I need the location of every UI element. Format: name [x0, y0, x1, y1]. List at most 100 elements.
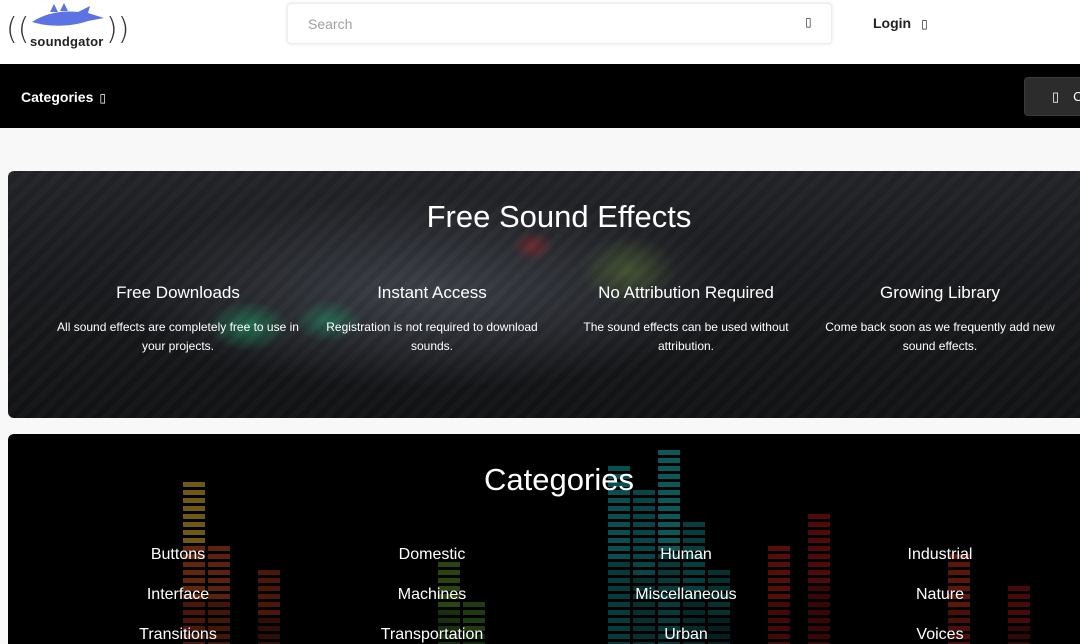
equalizer-bar-segment: [808, 538, 830, 543]
equalizer-bar-segment: [633, 506, 655, 511]
equalizer-bar-segment: [768, 570, 790, 575]
equalizer-bar-segment: [808, 618, 830, 623]
equalizer-bar-segment: [658, 538, 680, 543]
equalizer-bar-segment: [608, 610, 630, 615]
search-input[interactable]: [288, 4, 788, 43]
equalizer-bar-segment: [438, 618, 460, 623]
equalizer-bar-segment: [183, 538, 205, 543]
equalizer-bar-segment: [948, 610, 970, 615]
equalizer-bar-segment: [608, 498, 630, 503]
equalizer-bar-segment: [683, 618, 705, 623]
equalizer-bar-segment: [658, 498, 680, 503]
equalizer-bar-segment: [463, 610, 485, 615]
equalizer-bar-segment: [183, 610, 205, 615]
equalizer-bar-segment: [658, 530, 680, 535]
equalizer-bar-segment: [708, 610, 730, 615]
category-link[interactable]: Domestic: [307, 546, 557, 564]
search-bar: ▯: [287, 3, 832, 44]
equalizer-bar-segment: [258, 578, 280, 583]
category-link[interactable]: Transportation: [307, 626, 557, 644]
equalizer-bar-segment: [633, 538, 655, 543]
equalizer-bar-segment: [608, 514, 630, 519]
feature-title: No Attribution Required: [598, 283, 774, 302]
category-link[interactable]: Industrial: [815, 546, 1065, 564]
feature-title: Growing Library: [880, 283, 1000, 302]
equalizer-bar-segment: [808, 514, 830, 519]
nav-bar: Categories ▯ ▯ C: [0, 64, 1080, 128]
equalizer-bar-segment: [658, 570, 680, 575]
category-link[interactable]: Machines: [307, 586, 557, 604]
equalizer-bar-segment: [768, 610, 790, 615]
category-link[interactable]: Miscellaneous: [561, 586, 811, 604]
feature-title: Instant Access: [377, 283, 487, 302]
equalizer-bar-segment: [208, 570, 230, 575]
soundgator-logo[interactable]: (( soundgator )): [6, 2, 129, 49]
equalizer-bar-segment: [258, 610, 280, 615]
category-link[interactable]: Interface: [53, 586, 303, 604]
equalizer-bar-segment: [258, 618, 280, 623]
search-icon[interactable]: ▯: [805, 15, 812, 29]
equalizer-bar-segment: [633, 610, 655, 615]
categories-menu-button[interactable]: Categories ▯: [21, 89, 106, 105]
equalizer-bar-segment: [608, 570, 630, 575]
equalizer-bar-segment: [708, 570, 730, 575]
nav-right-button-icon: ▯: [1052, 89, 1060, 104]
equalizer-bar-segment: [608, 578, 630, 583]
login-button[interactable]: Login ▯: [873, 15, 928, 31]
alligator-icon: [32, 3, 104, 26]
equalizer-bar-segment: [708, 578, 730, 583]
feature-no-attribution: No Attribution Required The sound effect…: [561, 283, 811, 356]
equalizer-bar-segment: [208, 610, 230, 615]
equalizer-bar-segment: [608, 506, 630, 511]
equalizer-bar-segment: [768, 618, 790, 623]
equalizer-bar-segment: [658, 506, 680, 511]
logo-right-paren: )): [106, 12, 130, 47]
category-link[interactable]: Buttons: [53, 546, 303, 564]
nav-right-button-label: C: [1073, 89, 1080, 104]
nav-right-button[interactable]: ▯ C: [1024, 77, 1080, 116]
equalizer-bar-segment: [808, 610, 830, 615]
feature-free-downloads: Free Downloads All sound effects are com…: [53, 283, 303, 356]
category-link[interactable]: Transitions: [53, 626, 303, 644]
equalizer-bar-segment: [768, 578, 790, 583]
categories-menu-label: Categories: [21, 89, 94, 105]
equalizer-bar-segment: [683, 578, 705, 583]
feature-description: All sound effects are completely free to…: [57, 320, 299, 353]
equalizer-bar-segment: [183, 578, 205, 583]
equalizer-bar-segment: [208, 618, 230, 623]
equalizer-bar-segment: [683, 522, 705, 527]
equalizer-bar-segment: [258, 570, 280, 575]
equalizer-bar-segment: [183, 618, 205, 623]
equalizer-bar-segment: [608, 530, 630, 535]
equalizer-bar-segment: [658, 610, 680, 615]
feature-instant-access: Instant Access Registration is not requi…: [307, 283, 557, 356]
logo-wordmark: soundgator: [30, 34, 104, 49]
equalizer-bar-segment: [183, 530, 205, 535]
equalizer-bar-segment: [438, 570, 460, 575]
category-link[interactable]: Nature: [815, 586, 1065, 604]
equalizer-bar-segment: [633, 618, 655, 623]
equalizer-bar-segment: [208, 578, 230, 583]
login-label: Login: [873, 15, 912, 31]
equalizer-bar-segment: [683, 570, 705, 575]
equalizer-bar-segment: [808, 522, 830, 527]
equalizer-bar-segment: [183, 506, 205, 511]
equalizer-bar-segment: [658, 578, 680, 583]
category-link[interactable]: Human: [561, 546, 811, 564]
hero-title: Free Sound Effects: [426, 199, 692, 234]
category-link[interactable]: Voices: [815, 626, 1065, 644]
equalizer-bar-segment: [608, 538, 630, 543]
equalizer-bar-segment: [633, 570, 655, 575]
equalizer-bar-segment: [633, 514, 655, 519]
feature-title: Free Downloads: [116, 283, 240, 302]
equalizer-bar-segment: [1008, 610, 1030, 615]
categories-title: Categories: [484, 462, 634, 497]
category-link[interactable]: Urban: [561, 626, 811, 644]
equalizer-bar-segment: [608, 522, 630, 527]
feature-growing-library: Growing Library Come back soon as we fre…: [815, 283, 1065, 356]
equalizer-bar-segment: [183, 570, 205, 575]
equalizer-bar-segment: [683, 530, 705, 535]
categories-menu-icon: ▯: [99, 91, 106, 105]
equalizer-bar-segment: [948, 618, 970, 623]
feature-description: The sound effects can be used without at…: [583, 320, 789, 353]
